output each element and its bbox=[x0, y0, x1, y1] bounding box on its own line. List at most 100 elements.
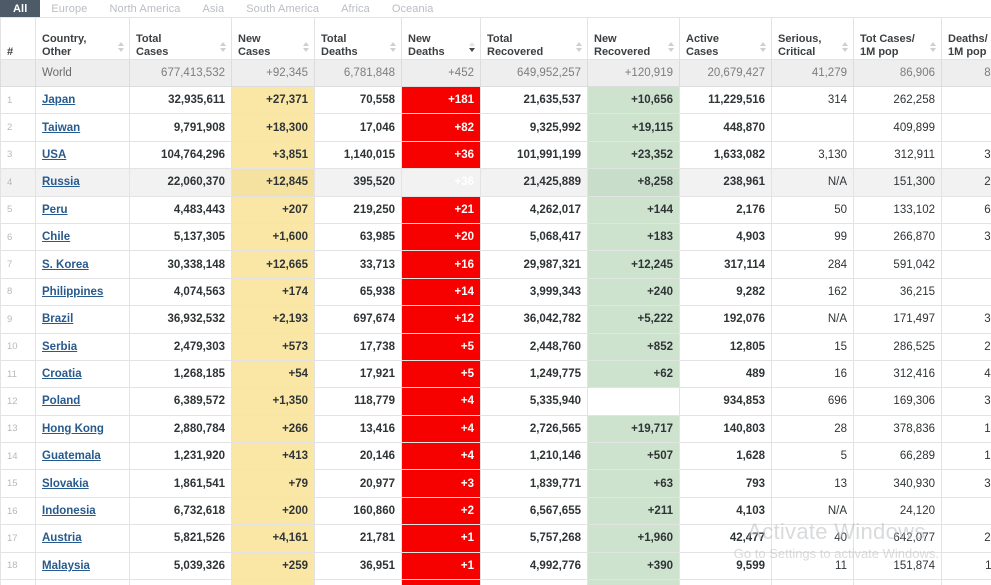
cell-idx: 1 bbox=[0, 85, 36, 115]
cell-deaths-1m: 562 bbox=[941, 85, 991, 115]
cell-tot-cases-1m: 642,077 bbox=[853, 524, 942, 553]
column-header-tot-cases-1m[interactable]: Tot Cases/1M pop bbox=[853, 17, 942, 60]
sort-arrows-icon[interactable] bbox=[840, 42, 849, 53]
cell-active-cases: 12,805 bbox=[679, 332, 772, 361]
column-header-deaths-1m[interactable]: Deaths/1M pop bbox=[941, 17, 991, 60]
tab-north-america[interactable]: North America bbox=[98, 0, 191, 17]
tab-all[interactable]: All bbox=[0, 0, 41, 17]
cell-active-cases: 4,103 bbox=[679, 496, 772, 526]
table-row: 15 Slovakia 1,861,541 +79 20,977 +3 1,839,771 +… bbox=[0, 469, 991, 498]
cell-new-recovered: +5,222 bbox=[587, 305, 680, 334]
cell-country[interactable]: Peru bbox=[35, 195, 130, 224]
country-link[interactable]: Philippines bbox=[42, 286, 103, 298]
sort-arrows-icon[interactable] bbox=[301, 42, 310, 53]
cell-new-recovered: +10,656 bbox=[587, 85, 680, 115]
column-header-total-recovered[interactable]: Total Recovered bbox=[480, 17, 588, 60]
tab-europe[interactable]: Europe bbox=[40, 0, 98, 17]
sort-arrows-icon[interactable] bbox=[218, 42, 227, 53]
cell-country[interactable]: Indonesia bbox=[35, 496, 130, 526]
cell-country[interactable]: USA bbox=[35, 140, 130, 170]
cell-new-cases: +4,161 bbox=[231, 524, 315, 553]
tab-asia[interactable]: Asia bbox=[191, 0, 235, 17]
cell-country[interactable]: Poland bbox=[35, 387, 130, 416]
cell-serious-critical: 40 bbox=[771, 524, 854, 553]
cell-new-deaths: +5 bbox=[401, 359, 481, 389]
country-link[interactable]: Russia bbox=[42, 176, 80, 188]
cell-total-recovered: 5,335,940 bbox=[480, 387, 588, 416]
cell-country[interactable]: Malaysia bbox=[35, 551, 130, 581]
cell-idx: 19 bbox=[0, 579, 36, 585]
cell-country[interactable]: Taiwan bbox=[35, 113, 130, 142]
cell-total-cases: 22,060,370 bbox=[129, 168, 232, 197]
cell-country[interactable]: Russia bbox=[35, 168, 130, 197]
sort-arrows-icon[interactable] bbox=[388, 42, 397, 53]
column-header-total-cases[interactable]: Total Cases bbox=[129, 17, 232, 60]
cell-total-cases: 30,338,148 bbox=[129, 250, 232, 279]
cell-new-cases: +689 bbox=[231, 579, 315, 585]
cell-country[interactable]: Hong Kong bbox=[35, 414, 130, 444]
cell-active-cases: 934,853 bbox=[679, 387, 772, 416]
country-link[interactable]: Brazil bbox=[42, 313, 73, 325]
country-link[interactable]: Poland bbox=[42, 395, 80, 407]
country-link[interactable]: Serbia bbox=[42, 341, 77, 353]
tab-oceania[interactable]: Oceania bbox=[381, 0, 445, 17]
cell-idx: 14 bbox=[0, 442, 36, 471]
column-header-serious-critical[interactable]: Serious, Critical bbox=[771, 17, 854, 60]
country-link[interactable]: Slovakia bbox=[42, 478, 89, 490]
cell-deaths-1m: 3,842 bbox=[941, 469, 991, 498]
cell-country[interactable]: Czechia bbox=[35, 579, 130, 585]
country-link[interactable]: Guatemala bbox=[42, 450, 101, 462]
country-link[interactable]: USA bbox=[42, 149, 66, 161]
country-link[interactable]: Croatia bbox=[42, 368, 82, 380]
column-header-total-deaths[interactable]: Total Deaths bbox=[314, 17, 402, 60]
cell-country[interactable]: Guatemala bbox=[35, 442, 130, 471]
cell-deaths-1m: 3,324 bbox=[941, 222, 991, 252]
cell-country[interactable]: Philippines bbox=[35, 277, 130, 307]
sort-arrows-icon[interactable] bbox=[928, 42, 937, 53]
country-link[interactable]: Indonesia bbox=[42, 505, 96, 517]
tab-south-america[interactable]: South America bbox=[235, 0, 330, 17]
cell-country[interactable]: Brazil bbox=[35, 305, 130, 334]
cell-new-cases: +92,345 bbox=[231, 59, 315, 87]
cell-country[interactable]: Austria bbox=[35, 524, 130, 553]
column-header-new-cases[interactable]: New Cases bbox=[231, 17, 315, 60]
sort-arrows-icon[interactable] bbox=[116, 42, 125, 53]
cell-country[interactable]: Slovakia bbox=[35, 469, 130, 498]
country-link[interactable]: S. Korea bbox=[42, 259, 89, 271]
cell-total-deaths: 13,416 bbox=[314, 414, 402, 444]
cell-country[interactable]: S. Korea bbox=[35, 250, 130, 279]
cell-country[interactable]: Croatia bbox=[35, 359, 130, 389]
country-link[interactable]: Taiwan bbox=[42, 122, 80, 134]
cell-idx: 9 bbox=[0, 305, 36, 334]
column-header-new-deaths[interactable]: New Deaths bbox=[401, 17, 481, 60]
cell-idx: 18 bbox=[0, 551, 36, 581]
cell-deaths-1m: 2,402 bbox=[941, 524, 991, 553]
country-link[interactable]: Peru bbox=[42, 204, 68, 216]
sort-arrows-icon[interactable] bbox=[758, 42, 767, 53]
country-link[interactable]: Chile bbox=[42, 231, 70, 243]
cell-tot-cases-1m: 86,906 bbox=[853, 59, 942, 87]
sort-arrows-icon[interactable] bbox=[467, 42, 476, 53]
country-link[interactable]: Malaysia bbox=[42, 560, 90, 572]
sort-arrows-icon[interactable] bbox=[574, 42, 583, 53]
cell-new-deaths: +82 bbox=[401, 113, 481, 142]
cell-country[interactable]: Japan bbox=[35, 85, 130, 115]
cell-active-cases: 448,870 bbox=[679, 113, 772, 142]
sort-arrows-icon[interactable] bbox=[666, 42, 675, 53]
country-link[interactable]: Japan bbox=[42, 94, 75, 106]
cell-country[interactable]: Serbia bbox=[35, 332, 130, 361]
cell-total-cases: 2,880,784 bbox=[129, 414, 232, 444]
cell-idx: 2 bbox=[0, 113, 36, 142]
column-header-country[interactable]: Country, Other bbox=[35, 17, 130, 60]
cell-tot-cases-1m: 340,930 bbox=[853, 469, 942, 498]
column-header-active-cases[interactable]: Active Cases bbox=[679, 17, 772, 60]
column-header-new-recovered[interactable]: New Recovered bbox=[587, 17, 680, 60]
cell-country[interactable]: Chile bbox=[35, 222, 130, 252]
country-link[interactable]: Austria bbox=[42, 532, 82, 544]
cell-new-deaths: +1 bbox=[401, 579, 481, 585]
tab-africa[interactable]: Africa bbox=[330, 0, 381, 17]
country-link[interactable]: Hong Kong bbox=[42, 423, 104, 435]
cell-total-deaths: 118,779 bbox=[314, 387, 402, 416]
cell-new-recovered: +23,352 bbox=[587, 140, 680, 170]
table-row: 9 Brazil 36,932,532 +2,193 697,674 +12 36,042,… bbox=[0, 305, 991, 334]
